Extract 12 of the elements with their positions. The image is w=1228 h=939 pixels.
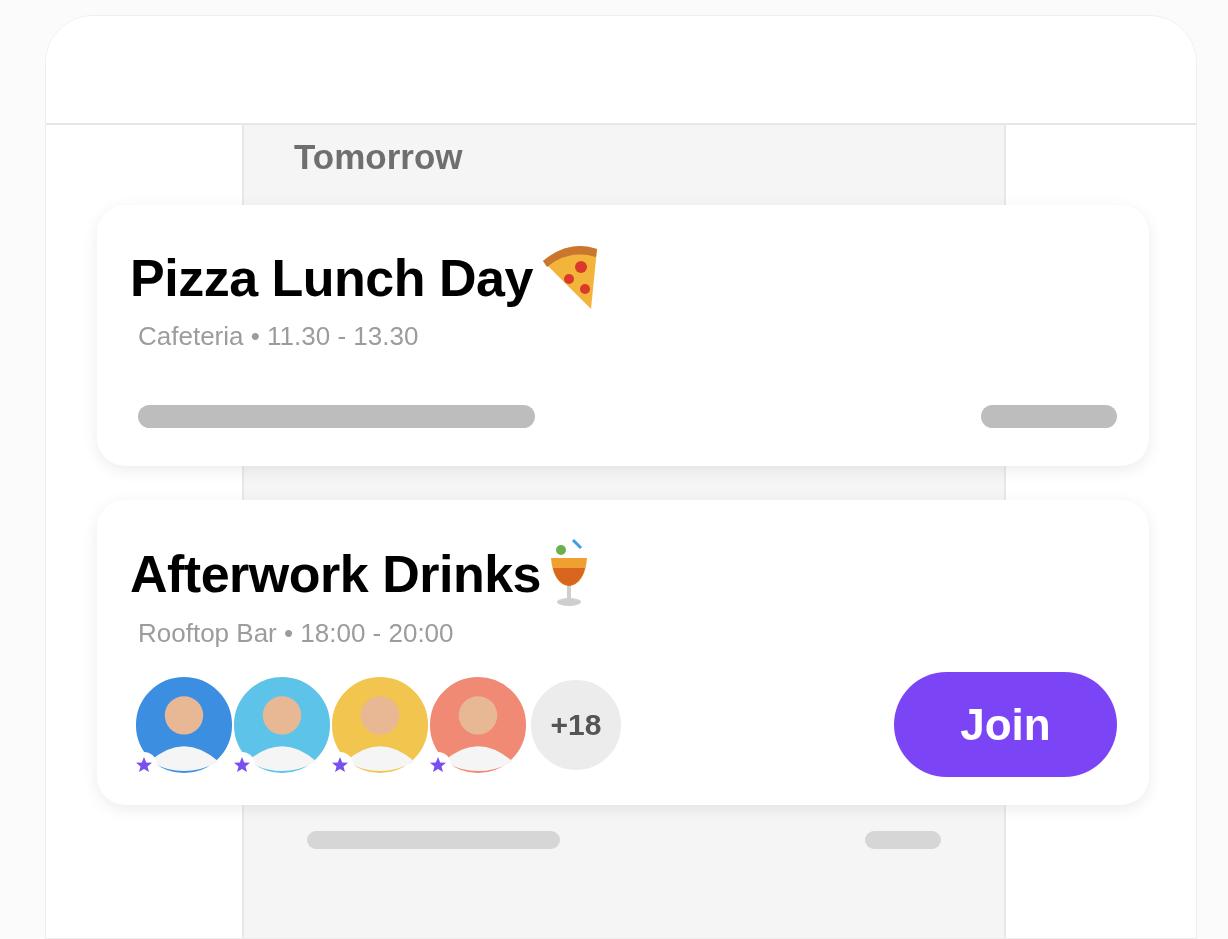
- avatar[interactable]: [135, 675, 233, 774]
- avatar[interactable]: [429, 675, 527, 774]
- event-details: Rooftop Bar • 18:00 - 20:00: [138, 617, 455, 650]
- event-card[interactable]: Pizza Lunch Day Cafeteria • 11.30 - 13.30: [97, 205, 1149, 466]
- avatar[interactable]: [233, 675, 331, 774]
- join-button[interactable]: Join: [894, 672, 1117, 777]
- section-title: Tomorrow: [293, 136, 464, 178]
- event-title: Pizza Lunch Day: [130, 248, 533, 309]
- avatar[interactable]: [331, 675, 429, 774]
- event-title: Afterwork Drinks: [130, 544, 541, 605]
- event-details: Cafeteria • 11.30 - 13.30: [138, 320, 420, 353]
- event-card[interactable]: Afterwork Drinks Rooftop Bar • 18:00 - 20:00 +18 Join: [97, 500, 1149, 805]
